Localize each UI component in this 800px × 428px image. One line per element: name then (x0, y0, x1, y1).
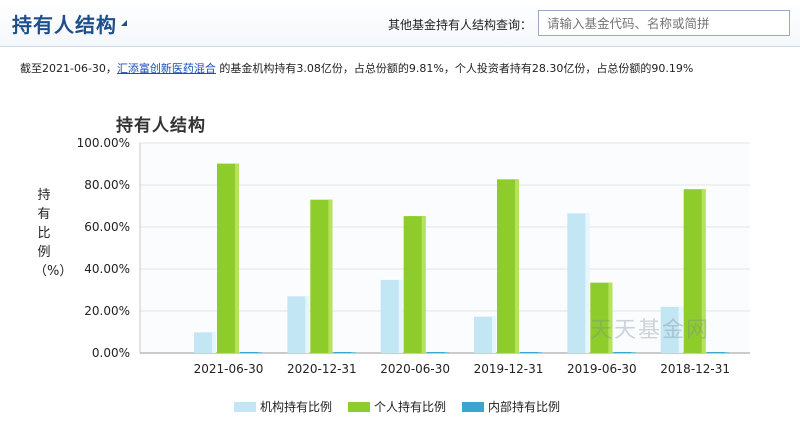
legend-item[interactable]: 机构持有比例 (234, 398, 332, 416)
legend-swatch (348, 402, 370, 412)
institution-bar-shade (305, 296, 310, 353)
institution-bar-shade (212, 332, 216, 353)
legend-label: 内部持有比例 (488, 400, 561, 414)
x-tick-label: 2020-06-30 (380, 362, 450, 376)
individual-bar-shade (421, 216, 426, 353)
internal-bar-shade (258, 352, 262, 353)
holder-structure-chart: 0.00% 20.00% 40.00% 60.00% 80.00% 100.00% 2021… (77, 136, 750, 376)
institution-bar-shade (585, 213, 590, 353)
x-tick-label: 2021-06-30 (194, 362, 264, 376)
individual-bar-shade (328, 199, 333, 353)
x-tick-label: 2020-12-31 (287, 362, 357, 376)
internal-bar-shade (631, 352, 636, 353)
y-tick-label: 0.00% (92, 346, 130, 360)
individual-bar-shade (235, 163, 239, 353)
internal-bar-shade (444, 352, 449, 353)
legend-label: 机构持有比例 (260, 400, 333, 414)
y-tick-label: 20.00% (84, 304, 130, 318)
internal-bar-shade (538, 352, 542, 353)
x-tick-label: 2019-06-30 (567, 362, 637, 376)
institution-bar-shade (492, 316, 496, 353)
internal-bar-shade (351, 352, 356, 353)
individual-bar-shade (515, 179, 519, 353)
chart-legend: 机构持有比例 个人持有比例 内部持有比例 (0, 398, 800, 416)
y-tick-label: 60.00% (84, 220, 130, 234)
legend-item[interactable]: 内部持有比例 (462, 398, 560, 416)
x-tick-label: 2019-12-31 (474, 362, 544, 376)
y-tick-label: 100.00% (77, 136, 130, 150)
legend-swatch (234, 402, 256, 412)
x-tick-label: 2018-12-31 (660, 362, 730, 376)
legend-item[interactable]: 个人持有比例 (348, 398, 446, 416)
y-tick-label: 80.00% (84, 178, 130, 192)
legend-swatch (462, 402, 484, 412)
legend-label: 个人持有比例 (374, 400, 447, 414)
watermark: 天天基金网 (590, 318, 711, 343)
internal-bar-shade (724, 352, 729, 353)
y-tick-label: 40.00% (84, 262, 130, 276)
institution-bar-shade (398, 279, 403, 353)
